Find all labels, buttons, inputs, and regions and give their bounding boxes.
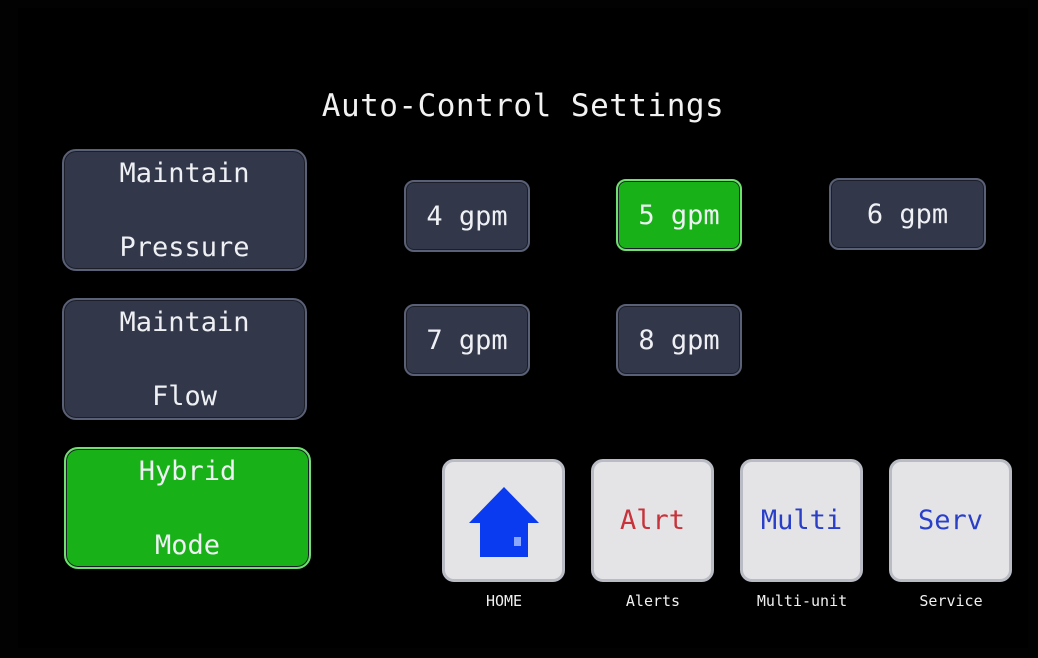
multi-unit-caption: Multi-unit: [756, 592, 848, 610]
mode-label-line1: Hybrid: [138, 455, 237, 487]
maintain-pressure-button[interactable]: Maintain Pressure: [62, 149, 307, 271]
alerts-caption: Alerts: [625, 592, 681, 610]
rate-7gpm-button[interactable]: 7 gpm: [404, 304, 530, 376]
hybrid-mode-button[interactable]: Hybrid Mode: [64, 447, 311, 569]
maintain-flow-button[interactable]: Maintain Flow: [62, 298, 307, 420]
rate-label: 5 gpm: [638, 199, 720, 231]
service-button[interactable]: Serv: [889, 459, 1012, 582]
house-icon: [468, 486, 539, 557]
rate-5gpm-button[interactable]: 5 gpm: [616, 179, 742, 251]
rate-8gpm-button[interactable]: 8 gpm: [616, 304, 742, 376]
rate-label: 8 gpm: [638, 324, 720, 356]
mode-label-line2: Pressure: [119, 231, 250, 263]
service-caption: Service: [919, 592, 983, 610]
alerts-button[interactable]: Alrt: [591, 459, 714, 582]
mode-label-line1: Maintain: [119, 157, 250, 189]
rate-label: 4 gpm: [426, 200, 508, 232]
service-label: Serv: [917, 505, 984, 536]
multi-label: Multi: [760, 505, 843, 536]
rate-label: 6 gpm: [866, 198, 949, 230]
home-button[interactable]: [442, 459, 565, 582]
alerts-label: Alrt: [619, 505, 686, 536]
rate-4gpm-button[interactable]: 4 gpm: [404, 180, 530, 252]
rate-label: 7 gpm: [426, 324, 508, 356]
mode-label-line2: Flow: [151, 380, 217, 412]
rate-6gpm-button[interactable]: 6 gpm: [829, 178, 986, 250]
mode-label-line2: Mode: [154, 529, 220, 561]
mode-label-line1: Maintain: [119, 306, 250, 338]
multi-unit-button[interactable]: Multi: [740, 459, 863, 582]
home-caption: HOME: [485, 592, 523, 610]
